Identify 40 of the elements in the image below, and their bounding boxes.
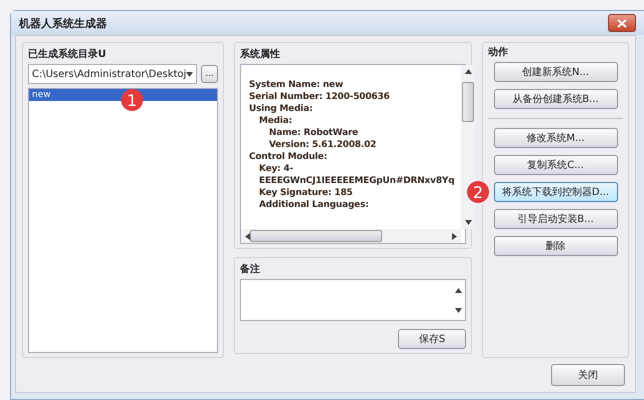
section-label: 备注 <box>240 262 261 276</box>
scroll-up-icon[interactable] <box>454 288 462 292</box>
property-line: Key Signature: 185 <box>258 187 354 199</box>
save-button[interactable]: 保存S <box>398 329 466 349</box>
action-button[interactable]: 将系统下载到控制器D... <box>494 182 618 202</box>
close-icon[interactable] <box>608 14 636 32</box>
scroll-right-icon[interactable] <box>452 232 457 240</box>
horizontal-scrollbar[interactable] <box>241 229 461 243</box>
scroll-down-icon[interactable] <box>464 220 472 225</box>
section-label: 动作 <box>488 46 509 59</box>
scroll-thumb[interactable] <box>462 82 474 122</box>
action-button[interactable]: 创建新系统N... <box>494 62 618 82</box>
action-button[interactable]: 复制系统C... <box>494 155 618 175</box>
scroll-up-icon[interactable] <box>464 69 472 74</box>
path-dropdown[interactable]: C:\Users\Administrator\Desktoj <box>28 64 198 84</box>
notes-field[interactable] <box>240 279 466 321</box>
property-line: Additional Languages: <box>258 199 370 211</box>
step-badge: 2 <box>467 181 489 203</box>
action-button[interactable]: 引导启动安装B... <box>494 209 618 229</box>
scroll-thumb[interactable] <box>250 230 382 242</box>
browse-button[interactable]: ... <box>201 65 218 83</box>
property-line: Using Media: <box>249 103 314 115</box>
scroll-down-icon[interactable] <box>454 308 462 312</box>
property-line: Version: 5.61.2008.02 <box>268 139 378 151</box>
property-line: Media: <box>258 115 294 127</box>
action-button[interactable]: 从备份创建系统B... <box>494 89 618 109</box>
action-button[interactable]: 删除 <box>494 236 618 256</box>
property-line: Control Module: <box>249 151 328 163</box>
vertical-scrollbar[interactable] <box>461 65 475 229</box>
window-title: 机器人系统生成器 <box>19 16 107 30</box>
section-label: 已生成系统目录U <box>28 48 108 61</box>
property-line: System Name: new <box>249 79 344 91</box>
property-line: Serial Number: 1200-500636 <box>249 91 391 103</box>
close-button[interactable]: 关闭 <box>551 364 625 386</box>
action-button[interactable]: 修改系统M... <box>494 128 618 148</box>
property-line: Key: 4- <box>258 163 294 175</box>
dropdown-caret-icon[interactable] <box>186 72 194 76</box>
property-line: Name: RobotWare <box>268 127 360 139</box>
section-label: 系统属性 <box>240 48 281 61</box>
property-line: EEEEGWnCJ1IEEEEEMEGpUn#DRNxv8Yq <box>258 175 456 187</box>
